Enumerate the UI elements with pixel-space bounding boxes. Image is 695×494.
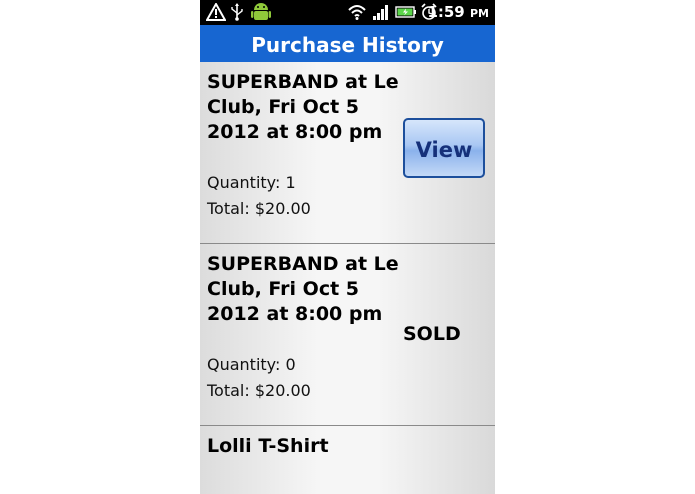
android-icon — [251, 3, 271, 20]
list-item[interactable]: SUPERBAND at Le Club, Fri Oct 5 2012 at … — [200, 62, 495, 244]
status-bar: 1:59 PM — [200, 0, 495, 25]
phone-screen: 1:59 PM Purchase History SUPERBAND at Le… — [200, 0, 495, 494]
purchase-name: SUPERBAND at Le Club, Fri Oct 5 2012 at … — [207, 71, 399, 143]
purchase-name: Lolli T-Shirt — [207, 435, 329, 457]
view-button[interactable]: View — [403, 118, 485, 178]
wifi-icon — [348, 5, 366, 20]
status-time: 1:59 PM — [427, 3, 489, 23]
signal-icon — [373, 5, 388, 20]
title-bar: Purchase History — [200, 25, 495, 62]
warning-icon — [206, 3, 226, 21]
purchase-total: Total: $20.00 — [207, 381, 311, 400]
time-value: 1:59 — [427, 3, 465, 21]
purchase-quantity: Quantity: 1 — [207, 173, 296, 192]
sold-status: SOLD — [403, 323, 461, 345]
time-ampm: PM — [469, 7, 489, 20]
list-item[interactable]: Lolli T-Shirt — [200, 426, 495, 494]
purchase-name: SUPERBAND at Le Club, Fri Oct 5 2012 at … — [207, 253, 399, 325]
usb-icon — [231, 3, 243, 21]
battery-icon — [395, 6, 416, 18]
list-item[interactable]: SUPERBAND at Le Club, Fri Oct 5 2012 at … — [200, 244, 495, 426]
page-title: Purchase History — [251, 33, 444, 57]
purchase-quantity: Quantity: 0 — [207, 355, 296, 374]
purchase-total: Total: $20.00 — [207, 199, 311, 218]
purchase-list[interactable]: SUPERBAND at Le Club, Fri Oct 5 2012 at … — [200, 62, 495, 494]
